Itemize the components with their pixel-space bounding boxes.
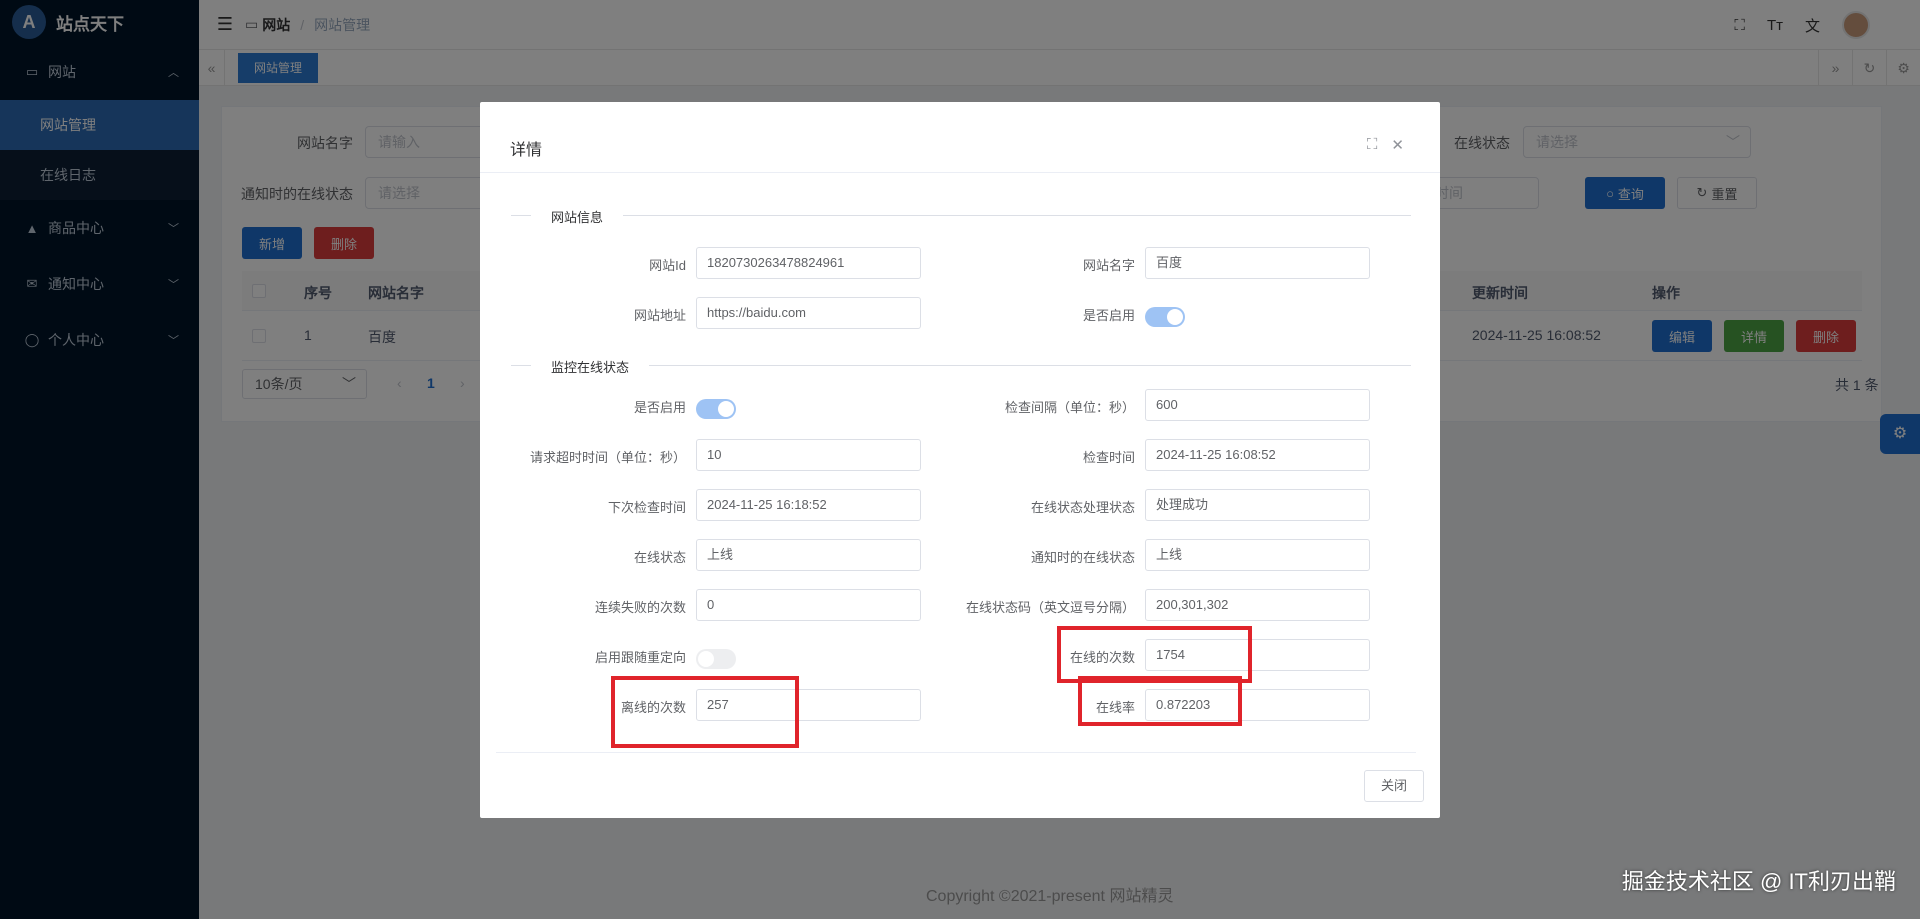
field-label: 网站Id [649, 258, 686, 273]
toggle-knob [698, 651, 714, 667]
field-label: 网站名字 [1082, 258, 1135, 273]
field-label: 通知时的在线状态 [1030, 550, 1135, 565]
section-divider [511, 215, 1411, 216]
interval-field[interactable]: 600 [1145, 389, 1370, 421]
highlight-online-rate [1078, 676, 1242, 726]
dialog-body: 网站信息 网站Id 1820730263478824961 网站名字 百度 网站… [496, 173, 1416, 751]
online-status-field[interactable]: 上线 [696, 539, 921, 571]
toggle-knob [1167, 309, 1183, 325]
field-label: 检查间隔（单位：秒） [1004, 400, 1135, 415]
field-label: 是否启用 [633, 400, 686, 415]
watermark: 掘金技术社区 @ IT利刃出鞘 [1621, 869, 1896, 894]
status-codes-field[interactable]: 200,301,302 [1145, 589, 1370, 621]
maximize-icon[interactable]: ⛶ [1367, 136, 1378, 154]
next-check-field[interactable]: 2024-11-25 16:18:52 [696, 489, 921, 521]
field-label: 网站地址 [633, 308, 686, 323]
process-status-field[interactable]: 处理成功 [1145, 489, 1370, 521]
check-time-field[interactable]: 2024-11-25 16:08:52 [1145, 439, 1370, 471]
field-label: 请求超时时间（单位：秒） [529, 450, 686, 465]
follow-redirect-toggle[interactable] [696, 649, 736, 669]
close-icon[interactable]: ✕ [1391, 136, 1404, 154]
field-label: 在线状态处理状态 [1030, 500, 1135, 515]
field-label: 在线状态码（英文逗号分隔） [965, 600, 1135, 615]
highlight-online-count [1057, 626, 1252, 683]
detail-dialog: 详情 ⛶ ✕ 网站信息 网站Id 1820730263478824961 网站名… [480, 102, 1440, 818]
site-url-field[interactable]: https://baidu.com [696, 297, 921, 329]
field-label: 检查时间 [1082, 450, 1135, 465]
enabled-toggle[interactable] [1145, 307, 1185, 327]
monitor-enabled-toggle[interactable] [696, 399, 736, 419]
field-label: 启用跟随重定向 [594, 650, 686, 665]
field-label: 连续失败的次数 [594, 600, 686, 615]
highlight-offline-count [611, 676, 799, 748]
dialog-title: 详情 [510, 142, 543, 159]
section-title-site-info: 网站信息 [531, 207, 624, 226]
toggle-knob [718, 401, 734, 417]
field-label: 在线状态 [633, 550, 686, 565]
close-button[interactable]: 关闭 [1364, 770, 1424, 802]
site-id-field[interactable]: 1820730263478824961 [696, 247, 921, 279]
field-label: 下次检查时间 [607, 500, 686, 515]
fail-count-field[interactable]: 0 [696, 589, 921, 621]
site-name-field[interactable]: 百度 [1145, 247, 1370, 279]
section-title-monitor: 监控在线状态 [531, 357, 650, 376]
divider [496, 752, 1416, 753]
timeout-field[interactable]: 10 [696, 439, 921, 471]
field-label: 是否启用 [1082, 308, 1135, 323]
notify-status-field[interactable]: 上线 [1145, 539, 1370, 571]
